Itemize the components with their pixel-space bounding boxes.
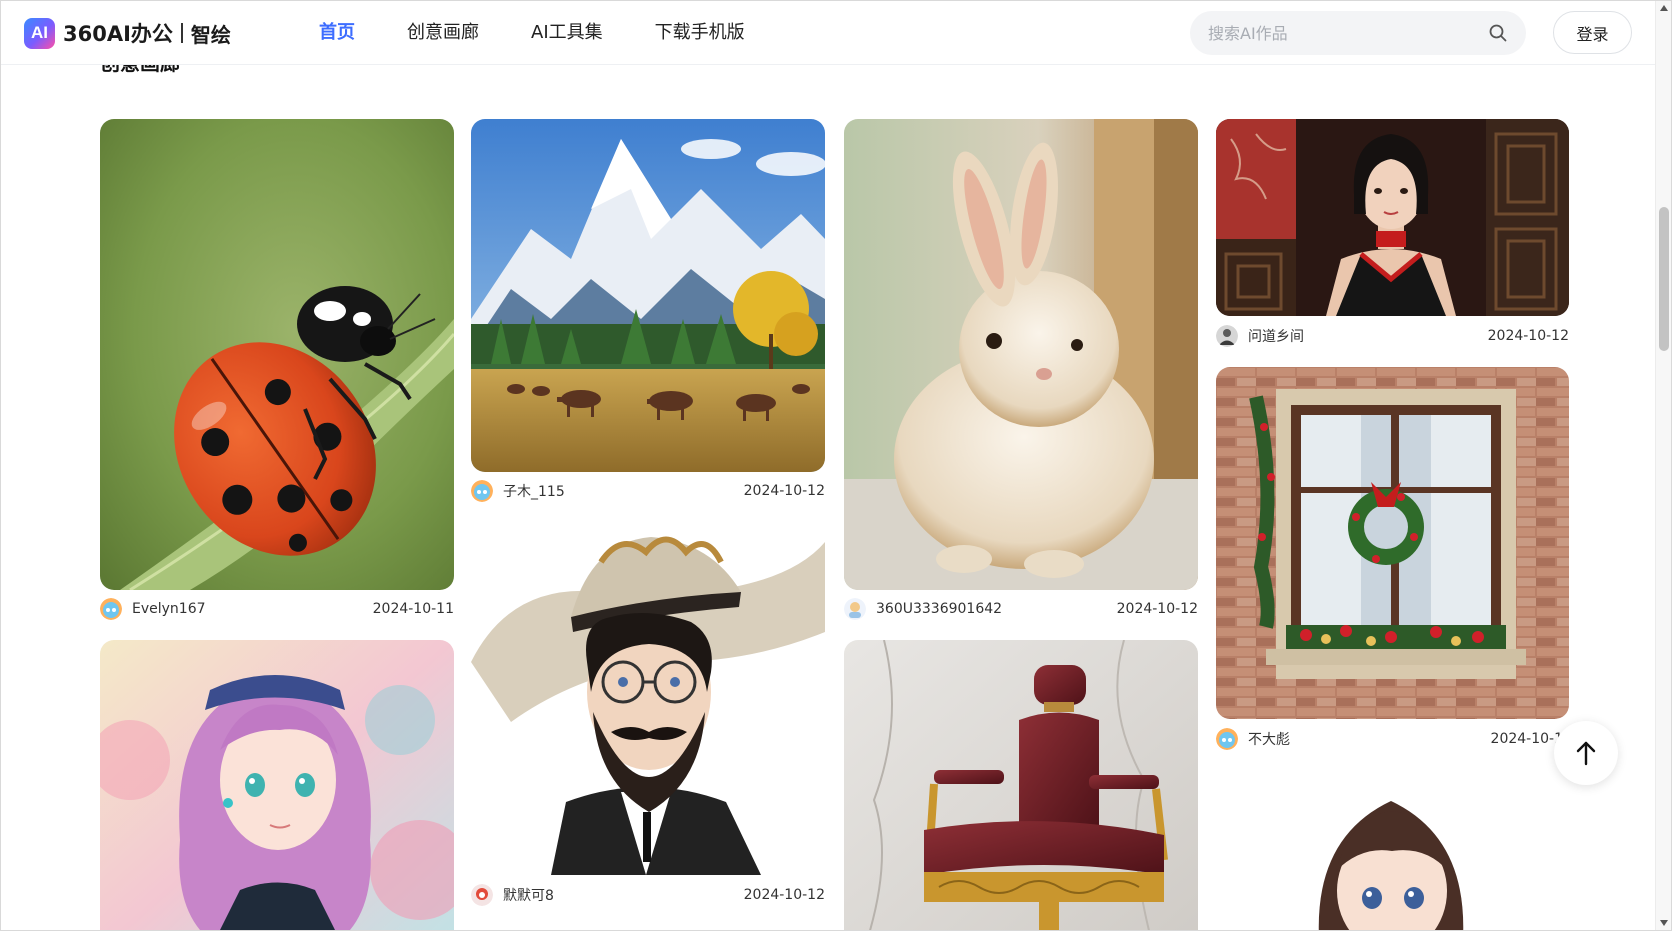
post-date: 2024-10-12: [1116, 601, 1198, 617]
gallery-card[interactable]: [844, 640, 1198, 930]
top-header: AI 360AI办公 智绘 首页 创意画廊 AI工具集 下载手机版 登录: [1, 1, 1655, 65]
artwork-image-ladybug[interactable]: [100, 119, 454, 590]
gallery-card[interactable]: 子木_115 2024-10-12: [471, 119, 825, 503]
nav-gallery[interactable]: 创意画廊: [407, 19, 479, 47]
search-box: [1190, 11, 1526, 55]
author-name[interactable]: 子木_115: [503, 481, 565, 501]
author-name[interactable]: 问道乡间: [1248, 326, 1304, 346]
nav-home[interactable]: 首页: [319, 19, 355, 47]
artwork-image-christmas-window[interactable]: [1216, 367, 1569, 719]
avatar[interactable]: [471, 480, 493, 502]
gallery-card[interactable]: 不大彪 2024-10-1: [1216, 367, 1569, 751]
logo-divider: [180, 23, 183, 43]
artwork-image-mountain-horses[interactable]: [471, 119, 825, 472]
page-scrollbar[interactable]: [1655, 1, 1671, 930]
post-date: 2024-10-12: [743, 483, 825, 499]
artwork-image-qipao-woman[interactable]: [1216, 119, 1569, 316]
card-meta: 问道乡间 2024-10-12: [1216, 324, 1569, 348]
card-meta: 子木_115 2024-10-12: [471, 479, 825, 503]
post-date: 2024-10-11: [372, 601, 454, 617]
gallery-card[interactable]: Evelyn167 2024-10-11: [100, 119, 454, 623]
artwork-image-bearded-man-hat[interactable]: [471, 522, 825, 875]
avatar[interactable]: [1216, 728, 1238, 750]
nav-download-mobile[interactable]: 下载手机版: [655, 19, 745, 47]
card-meta: 360U3336901642 2024-10-12: [844, 597, 1198, 621]
card-meta: Evelyn167 2024-10-11: [100, 597, 454, 621]
gallery-card[interactable]: 问道乡间 2024-10-12: [1216, 119, 1569, 349]
logo-subtitle: 智绘: [190, 22, 231, 47]
artwork-image-rabbit[interactable]: [844, 119, 1198, 590]
post-date: 2024-10-12: [1487, 328, 1569, 344]
scrollbar-thumb[interactable]: [1659, 207, 1669, 351]
nav-ai-tools[interactable]: AI工具集: [531, 19, 603, 47]
artwork-image-anime-girl-pink-hair[interactable]: [100, 640, 454, 930]
author-name[interactable]: 默默可8: [503, 885, 554, 905]
back-to-top-button[interactable]: [1554, 721, 1618, 785]
author-name[interactable]: 360U3336901642: [876, 601, 1002, 617]
main-nav: 首页 创意画廊 AI工具集 下载手机版: [319, 19, 797, 47]
login-button[interactable]: 登录: [1553, 11, 1632, 54]
scroll-up-arrow-icon[interactable]: [1660, 5, 1668, 11]
gallery-card[interactable]: [1216, 761, 1569, 930]
gallery-card[interactable]: 默默可8 2024-10-12: [471, 522, 825, 907]
avatar[interactable]: [844, 598, 866, 620]
author-name[interactable]: 不大彪: [1248, 729, 1290, 749]
avatar[interactable]: [100, 598, 122, 620]
page: AI 360AI办公 智绘 首页 创意画廊 AI工具集 下载手机版 登录 创意画…: [0, 0, 1672, 931]
gallery-card[interactable]: [100, 640, 454, 930]
logo-text: 360AI办公: [63, 22, 173, 46]
post-date: 2024-10-1: [1490, 731, 1563, 747]
scroll-down-arrow-icon[interactable]: [1660, 920, 1668, 926]
avatar[interactable]: [1216, 325, 1238, 347]
search-input[interactable]: [1208, 11, 1478, 55]
card-meta: 默默可8 2024-10-12: [471, 883, 825, 907]
artwork-image-barber-chair[interactable]: [844, 640, 1198, 930]
author-name[interactable]: Evelyn167: [132, 601, 206, 617]
arrow-up-icon: [1576, 741, 1596, 766]
logo-badge: AI: [24, 17, 55, 49]
search-icon[interactable]: [1488, 23, 1508, 43]
post-date: 2024-10-12: [743, 887, 825, 903]
avatar[interactable]: [471, 884, 493, 906]
site-logo[interactable]: AI 360AI办公 智绘: [24, 17, 231, 49]
artwork-image-anime-girl-brown-hair[interactable]: [1216, 761, 1569, 930]
card-meta: 不大彪 2024-10-1: [1216, 727, 1569, 751]
gallery-card[interactable]: 360U3336901642 2024-10-12: [844, 119, 1198, 623]
